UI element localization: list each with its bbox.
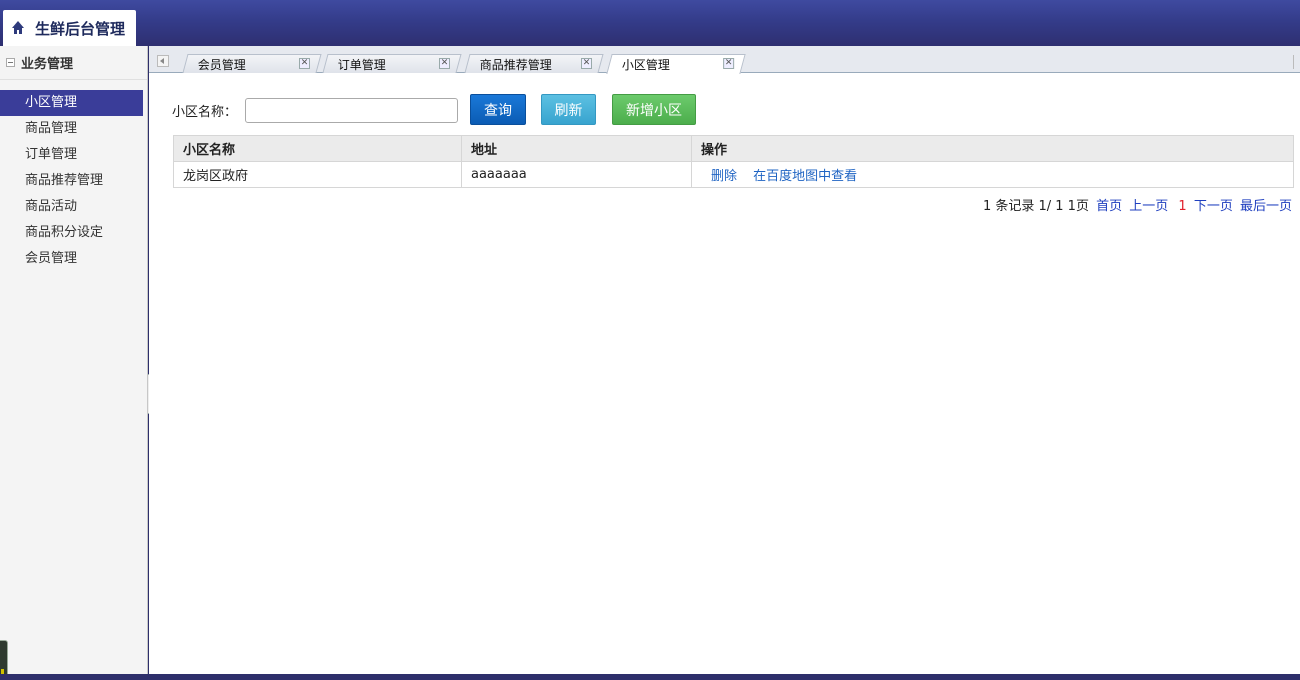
tab-label: 商品推荐管理 xyxy=(479,57,552,72)
tab-recommendations[interactable]: 商品推荐管理 ✕ xyxy=(464,54,604,73)
main-panel: 会员管理 ✕ 订单管理 ✕ 商品推荐管理 ✕ 小区管理 ✕ 小区名称： 查询 刷… xyxy=(149,46,1300,674)
sidebar-section-title: 业务管理 xyxy=(21,57,74,72)
close-icon[interactable]: ✕ xyxy=(439,58,450,69)
last-page-link[interactable]: 最后一页 xyxy=(1240,199,1292,214)
community-name-input[interactable] xyxy=(245,97,459,123)
tab-label: 订单管理 xyxy=(337,57,386,72)
tab-label: 会员管理 xyxy=(197,57,246,72)
sidebar-item-orders[interactable]: 订单管理 xyxy=(0,142,147,168)
close-icon[interactable]: ✕ xyxy=(299,58,310,69)
collapse-icon[interactable] xyxy=(6,58,15,67)
sidebar: 业务管理 小区管理 商品管理 订单管理 商品推荐管理 商品活动 商品积分设定 会… xyxy=(0,46,148,680)
refresh-button[interactable]: 刷新 xyxy=(541,94,596,125)
home-icon xyxy=(11,21,25,35)
tab-bar-end xyxy=(1293,55,1294,69)
close-icon[interactable]: ✕ xyxy=(723,58,735,69)
tab-label: 小区管理 xyxy=(621,58,670,72)
community-table: 小区名称 地址 操作 龙岗区政府 aaaaaaa 删除 在百度地图中查看 xyxy=(173,135,1294,188)
query-button[interactable]: 查询 xyxy=(470,94,526,125)
sidebar-menu: 小区管理 商品管理 订单管理 商品推荐管理 商品活动 商品积分设定 会员管理 xyxy=(0,80,147,272)
sidebar-item-products[interactable]: 商品管理 xyxy=(0,116,147,142)
tab-scroll-left-icon[interactable] xyxy=(157,55,169,67)
sidebar-item-activities[interactable]: 商品活动 xyxy=(0,194,147,220)
search-row: 小区名称： xyxy=(172,96,459,124)
first-page-link[interactable]: 首页 xyxy=(1096,199,1122,214)
bottom-bar xyxy=(0,674,1300,680)
sidebar-item-members[interactable]: 会员管理 xyxy=(0,246,147,272)
tab-community[interactable]: 小区管理 ✕ xyxy=(606,54,746,74)
add-community-button[interactable]: 新增小区 xyxy=(612,94,696,125)
app-header: 生鲜后台管理 xyxy=(0,0,1300,46)
app-title: 生鲜后台管理 xyxy=(35,19,126,38)
tab-orders[interactable]: 订单管理 ✕ xyxy=(322,54,462,73)
current-page: 1 xyxy=(1178,199,1187,214)
sidebar-item-points[interactable]: 商品积分设定 xyxy=(0,220,147,246)
sidebar-item-community[interactable]: 小区管理 xyxy=(0,90,143,116)
pagination-summary: 1 条记录 1/ 1 1页 xyxy=(982,199,1089,214)
community-name-cell: 龙岗区政府 xyxy=(173,161,462,188)
home-tab[interactable]: 生鲜后台管理 xyxy=(3,10,136,46)
table-header-row: 小区名称 地址 操作 xyxy=(173,135,1294,162)
tab-members[interactable]: 会员管理 ✕ xyxy=(182,54,322,73)
address-cell: aaaaaaa xyxy=(461,161,692,188)
close-icon[interactable]: ✕ xyxy=(581,58,592,69)
sidebar-item-recommendations[interactable]: 商品推荐管理 xyxy=(0,168,147,194)
operations-cell: 删除 在百度地图中查看 xyxy=(691,161,1294,188)
next-page-link[interactable]: 下一页 xyxy=(1194,199,1233,214)
tab-bar: 会员管理 ✕ 订单管理 ✕ 商品推荐管理 ✕ 小区管理 ✕ xyxy=(149,46,1300,74)
search-label: 小区名称： xyxy=(172,104,238,120)
view-on-map-link[interactable]: 在百度地图中查看 xyxy=(753,169,857,184)
pagination: 1 条记录 1/ 1 1页 首页 上一页 1 下一页 最后一页 xyxy=(983,195,1292,214)
sidebar-section-header[interactable]: 业务管理 xyxy=(0,46,147,80)
prev-page-link[interactable]: 上一页 xyxy=(1129,199,1168,214)
column-header: 操作 xyxy=(691,135,1294,162)
column-header: 地址 xyxy=(461,135,692,162)
column-header: 小区名称 xyxy=(173,135,462,162)
delete-link[interactable]: 删除 xyxy=(711,169,737,184)
table-row: 龙岗区政府 aaaaaaa 删除 在百度地图中查看 xyxy=(173,161,1294,188)
